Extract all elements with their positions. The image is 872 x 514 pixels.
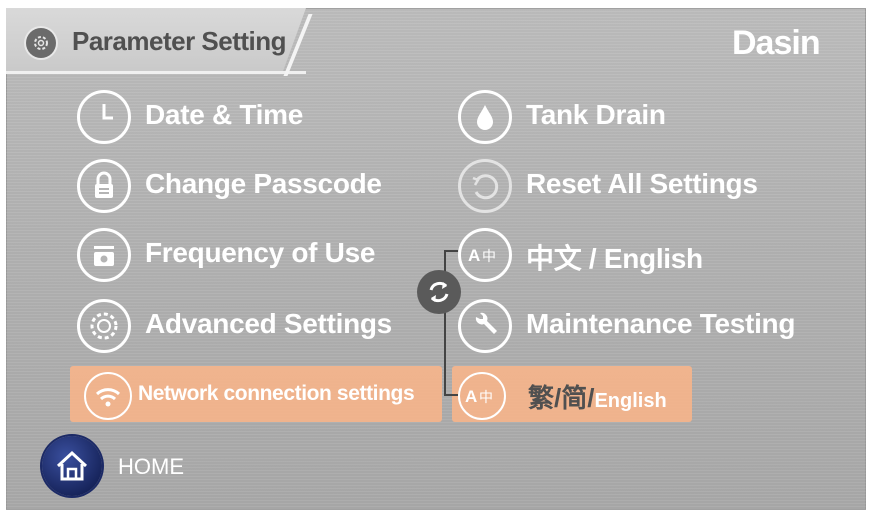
gear-icon — [26, 28, 56, 58]
language-icon: A 中 — [458, 372, 506, 420]
clock-icon — [77, 90, 131, 144]
home-icon — [56, 450, 88, 481]
menu-language-toggle-label: 中文 / English — [526, 243, 703, 274]
menu-language-variant-label: 繁/简/English — [528, 378, 667, 415]
language-variant-english: English — [594, 390, 667, 412]
connector-line-top — [444, 250, 458, 252]
menu-change-passcode-label: Change Passcode — [145, 168, 382, 199]
brand-logo: Dasin — [732, 24, 821, 62]
menu-date-time[interactable]: Date & Time — [77, 90, 377, 148]
menu-frequency-of-use-label: Frequency of Use — [145, 237, 376, 268]
menu-date-time-label: Date & Time — [145, 99, 304, 130]
language-variant-chinese: 繁/简/ — [528, 383, 595, 413]
wrench-icon — [458, 299, 512, 353]
frequency-icon — [77, 228, 131, 282]
menu-reset-all-settings-label: Reset All Settings — [526, 168, 758, 199]
menu-maintenance-testing[interactable]: Maintenance Testing — [458, 299, 828, 357]
menu-language-toggle[interactable]: A 中 中文 / English — [458, 228, 738, 286]
gears-icon — [77, 299, 131, 353]
wifi-icon — [84, 372, 132, 420]
swap-icon[interactable] — [417, 270, 461, 314]
title-underline — [6, 71, 306, 74]
menu-advanced-settings[interactable]: Advanced Settings — [77, 299, 437, 357]
menu-tank-drain[interactable]: Tank Drain — [458, 90, 718, 148]
menu-maintenance-testing-label: Maintenance Testing — [526, 308, 796, 339]
menu-network-connection-settings-label: Network connection settings — [138, 382, 415, 405]
home-label[interactable]: HOME — [118, 454, 184, 480]
menu-frequency-of-use[interactable]: Frequency of Use — [77, 228, 417, 286]
svg-text:中: 中 — [482, 249, 496, 265]
page-title: Parameter Setting — [72, 26, 287, 56]
menu-reset-all-settings[interactable]: Reset All Settings — [458, 159, 788, 217]
connector-line-bottom — [444, 394, 458, 396]
water-drop-icon — [458, 90, 512, 144]
svg-text:A: A — [468, 246, 480, 265]
menu-advanced-settings-label: Advanced Settings — [145, 308, 392, 339]
menu-tank-drain-label: Tank Drain — [526, 99, 666, 130]
svg-text:中: 中 — [479, 390, 493, 406]
language-icon: A 中 — [458, 228, 512, 282]
reset-icon — [458, 159, 512, 213]
home-button[interactable] — [42, 436, 102, 496]
svg-text:A: A — [465, 387, 477, 406]
lock-icon — [77, 159, 131, 213]
menu-change-passcode[interactable]: Change Passcode — [77, 159, 417, 217]
